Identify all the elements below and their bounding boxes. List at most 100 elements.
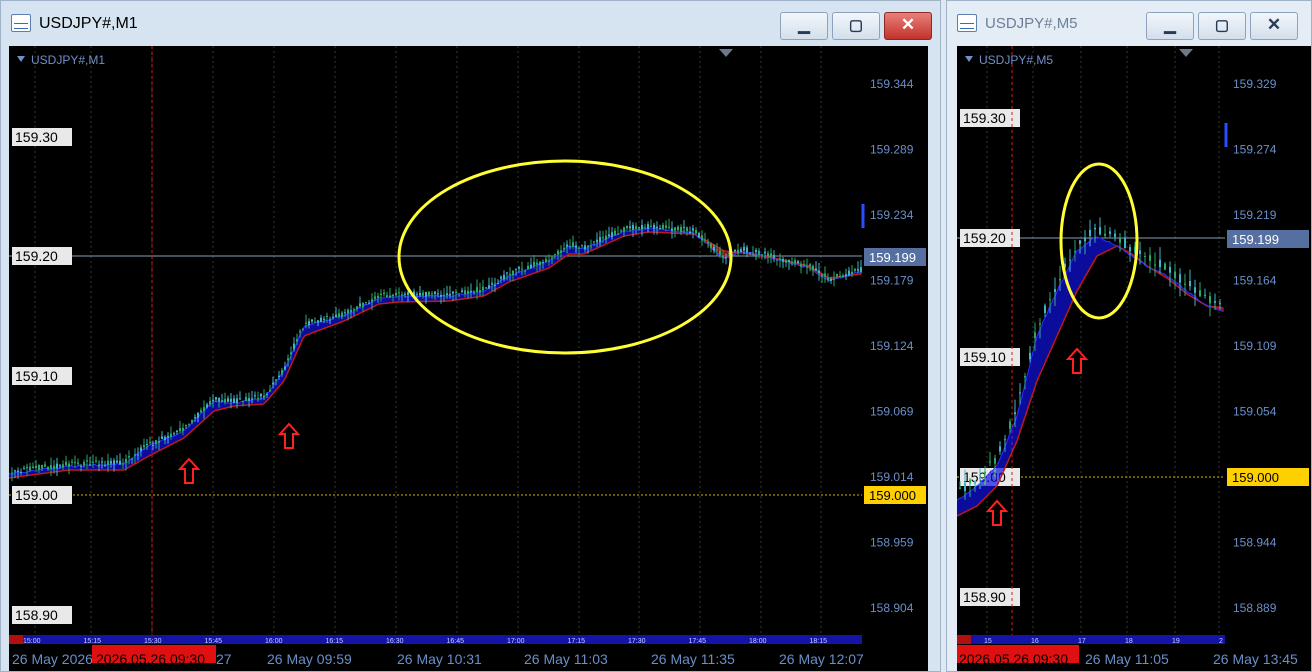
chart-window-m5[interactable]: USDJPY#,M5 ▁ ▢ ✕ 159.329 159.274 159.219 15… <box>946 0 1312 672</box>
candle-body <box>1034 332 1036 339</box>
candle-body <box>824 273 826 277</box>
maximize-button[interactable]: ▢ <box>832 12 880 40</box>
candle-body <box>191 420 193 423</box>
candle-body <box>773 255 775 258</box>
maximize-button[interactable]: ▢ <box>1198 12 1246 40</box>
minimize-button[interactable]: ▁ <box>1146 12 1194 40</box>
candle-body <box>776 259 778 261</box>
close-button[interactable]: ✕ <box>884 12 932 40</box>
maximize-icon: ▢ <box>848 17 864 34</box>
candle-body <box>1124 238 1126 249</box>
cursor-time-label: 2026.05.26 09:30 <box>959 651 1068 667</box>
minimize-button[interactable]: ▁ <box>780 12 828 40</box>
time-ruler-label: 18:00 <box>749 638 767 645</box>
level-label: 159.10 <box>963 349 1006 365</box>
window-title: USDJPY#,M1 <box>39 15 138 32</box>
candle-body <box>1109 231 1111 234</box>
candle-body <box>560 250 562 253</box>
candle-body <box>686 227 688 232</box>
chart-canvas[interactable]: 159.329 159.274 159.219 159.164 159.109 159.0… <box>957 46 1311 671</box>
candle-body <box>170 433 172 437</box>
candle-body <box>548 260 550 262</box>
candle-body <box>518 267 520 269</box>
price-tick-label: 159.164 <box>1233 274 1277 288</box>
candle-body <box>1004 439 1006 441</box>
shift-marker-icon[interactable] <box>1179 49 1193 57</box>
candle-body <box>125 459 127 463</box>
candle-body <box>167 435 169 438</box>
title-bar[interactable]: USDJPY#,M1 ▁ ▢ ✕ <box>1 1 940 45</box>
date-label: 26 May 09:59 <box>267 651 352 667</box>
time-ruler-label: 15:15 <box>84 638 102 645</box>
chart-window-m1[interactable]: USDJPY#,M1 ▁ ▢ ✕ 159.344 159.289 159.234 15… <box>0 0 941 672</box>
candle-body <box>629 226 631 229</box>
date-label: 26 May 11:03 <box>524 651 608 667</box>
candle-body <box>572 242 574 247</box>
candle-body <box>332 316 334 318</box>
candle-body <box>344 312 346 314</box>
candle-body <box>23 468 25 470</box>
candle-body <box>563 248 565 250</box>
candle-body <box>788 260 790 263</box>
candle-body <box>578 247 580 249</box>
candle-body <box>350 310 352 312</box>
price-tick-label: 159.329 <box>1233 77 1277 91</box>
candle-body <box>1019 392 1021 394</box>
date-label: 26 May 11:35 <box>651 651 735 667</box>
candle-body <box>584 245 586 250</box>
candle-body <box>470 290 472 293</box>
candle-body <box>212 399 214 402</box>
candle-body <box>128 456 130 458</box>
price-tick-label: 159.234 <box>870 208 914 222</box>
candle-body <box>341 312 343 318</box>
candle-body <box>1009 421 1011 429</box>
close-button[interactable]: ✕ <box>1250 12 1298 40</box>
alert-price-label: 159.000 <box>869 488 916 503</box>
level-label: 159.20 <box>15 248 58 264</box>
time-ruler-label: 2 <box>1219 638 1223 645</box>
candle-body <box>659 227 661 229</box>
time-ruler[interactable] <box>9 635 862 644</box>
candle-body <box>1049 299 1051 301</box>
signal-arrow <box>1065 347 1089 374</box>
price-tick-label: 159.014 <box>870 470 914 484</box>
candle-body <box>38 465 40 470</box>
candle-body <box>668 226 670 228</box>
candle-body <box>245 396 247 402</box>
candle-body <box>74 462 76 464</box>
candle-body <box>266 393 268 395</box>
chart-menu-icon[interactable] <box>17 56 25 62</box>
price-tick-label: 159.274 <box>1233 143 1277 157</box>
candle-body <box>485 287 487 289</box>
candle-body <box>230 398 232 402</box>
candle-body <box>1014 412 1016 415</box>
candle-body <box>260 393 262 397</box>
candle-body <box>152 444 154 446</box>
candle-body <box>140 447 142 452</box>
shift-marker-icon[interactable] <box>719 49 733 57</box>
candle-body <box>707 242 709 244</box>
candle-body <box>509 273 511 275</box>
title-bar[interactable]: USDJPY#,M5 ▁ ▢ ✕ <box>947 1 1311 45</box>
candle-body <box>596 239 598 243</box>
candle-body <box>800 264 802 267</box>
candle-body <box>1204 294 1206 296</box>
ma-slow-line <box>9 231 862 479</box>
chart-canvas[interactable]: 159.344 159.289 159.234 159.179 159.124 159.0… <box>9 46 928 671</box>
candle-body <box>1179 274 1181 283</box>
time-ruler[interactable] <box>957 635 1225 644</box>
current-price-label: 159.199 <box>869 250 916 265</box>
candle-body <box>969 479 971 484</box>
candle-body <box>389 295 391 298</box>
candle-body <box>104 465 106 467</box>
price-chart[interactable]: 159.344 159.289 159.234 159.179 159.124 159.0… <box>9 46 928 671</box>
candle-body <box>617 233 619 235</box>
candle-body <box>248 398 250 401</box>
candle-body <box>593 241 595 243</box>
level-label: 159.10 <box>15 368 58 384</box>
candle-body <box>710 243 712 248</box>
candle-body <box>44 464 46 467</box>
price-chart[interactable]: 159.329 159.274 159.219 159.164 159.109 159.0… <box>957 46 1311 671</box>
chart-menu-icon[interactable] <box>965 56 973 62</box>
candle-body <box>329 319 331 321</box>
